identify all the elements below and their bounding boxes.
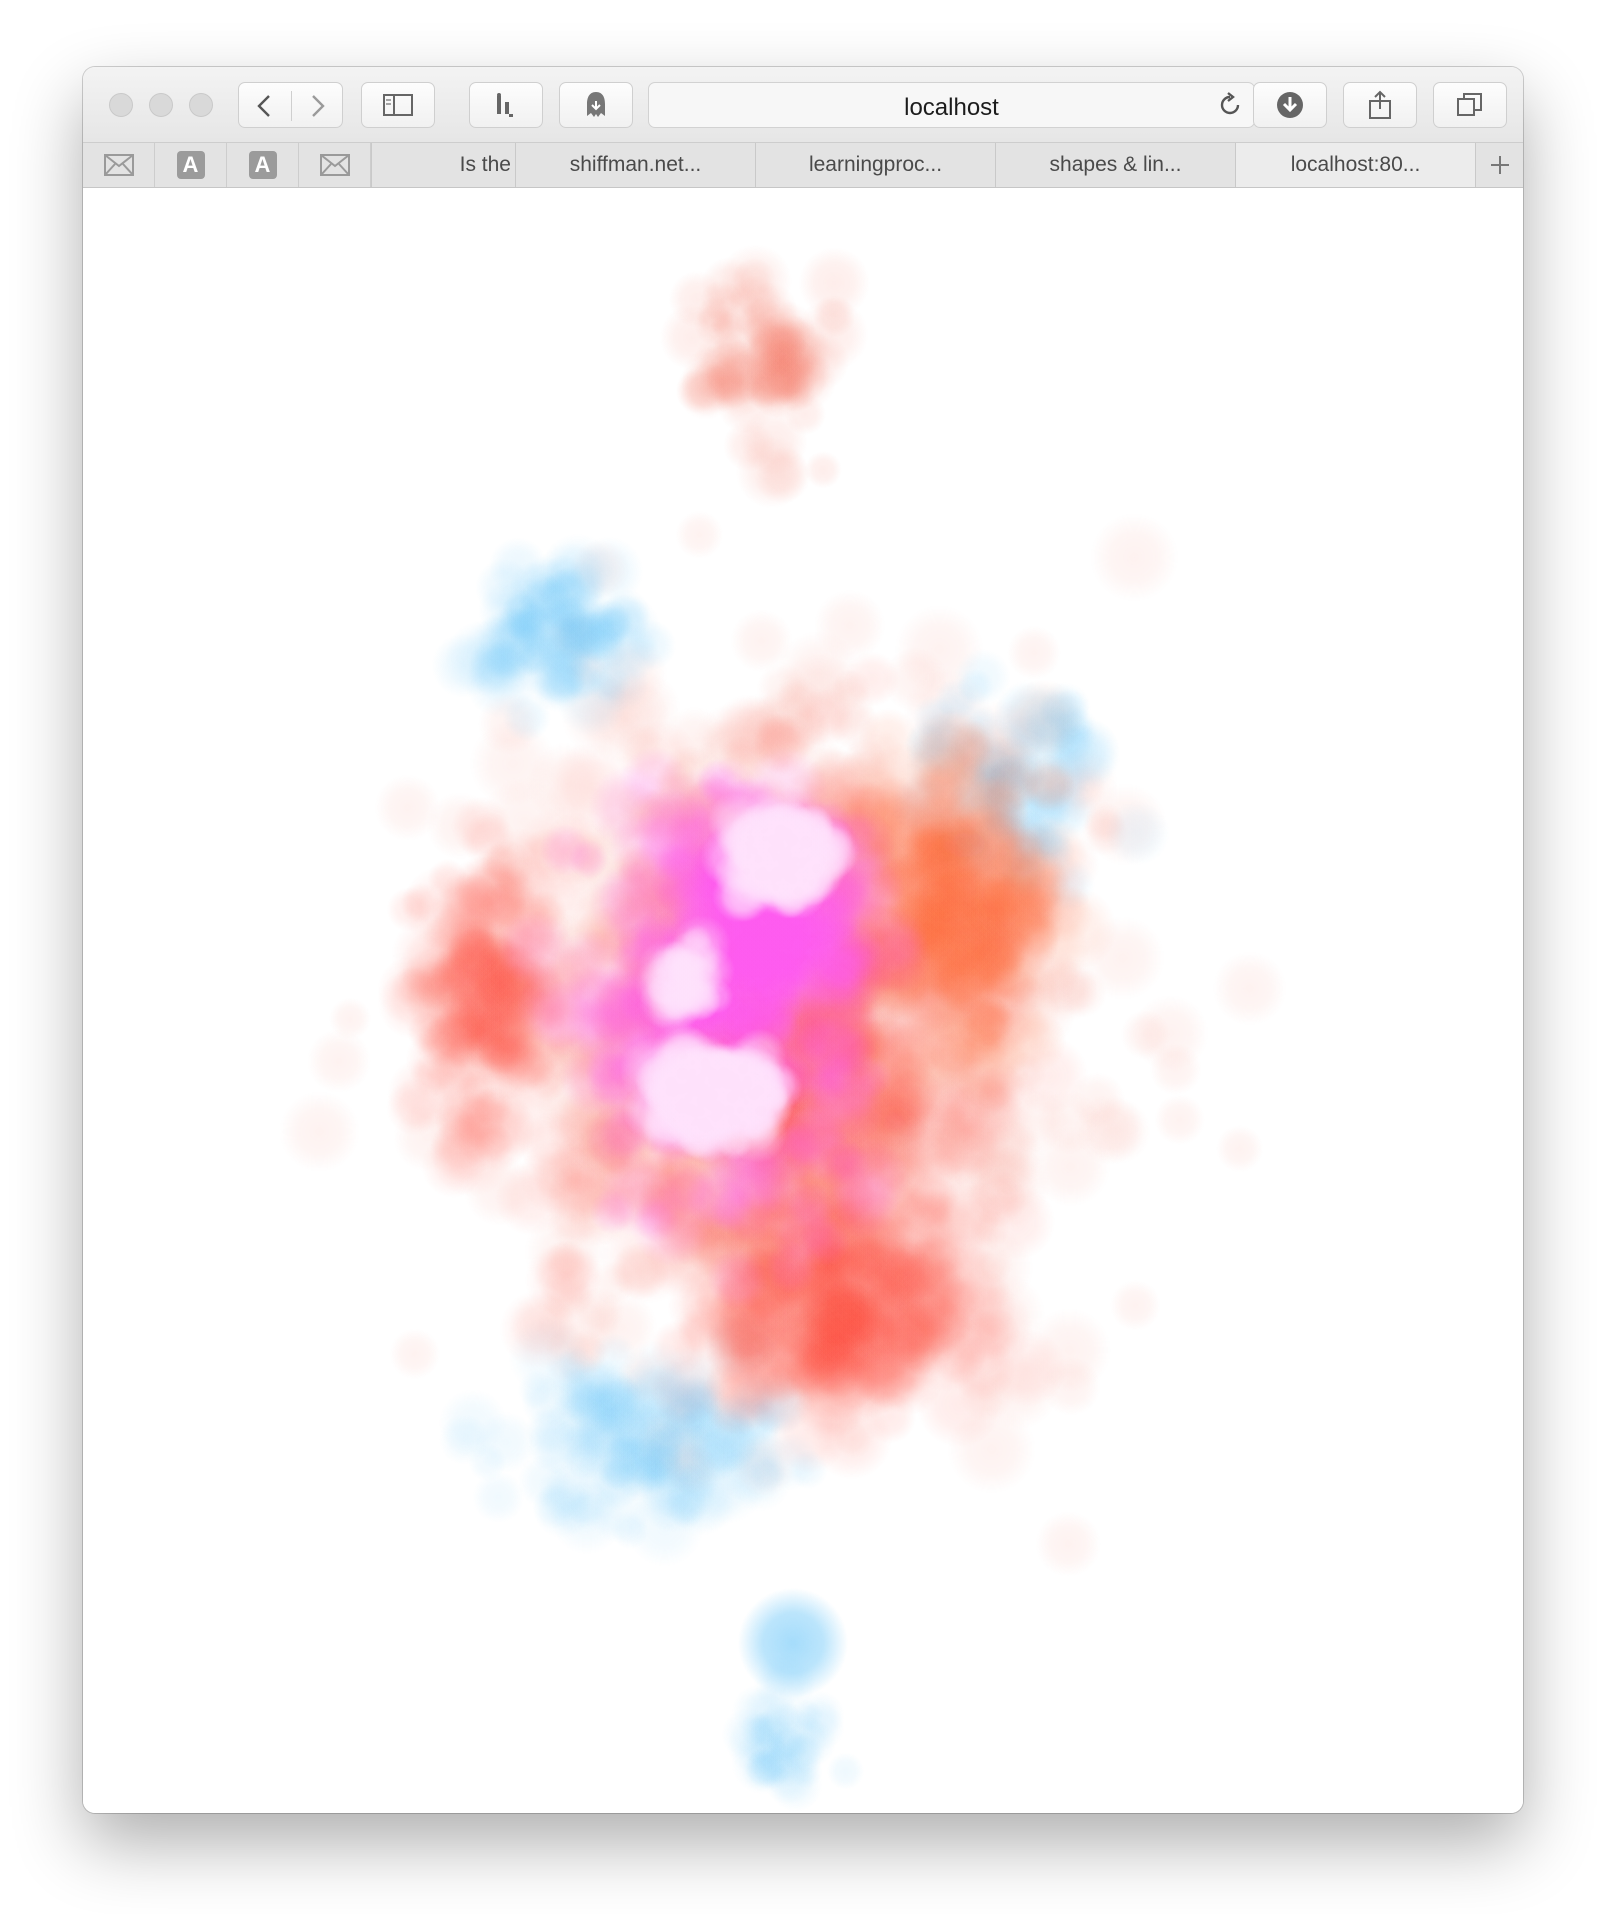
tab-label: shiffman.net... (569, 153, 702, 176)
extension-button[interactable] (469, 82, 543, 128)
sidebar-icon (383, 94, 413, 116)
ghost-icon (587, 92, 605, 117)
close-window-button[interactable] (109, 93, 133, 117)
tab-3[interactable]: learningproc... (755, 143, 995, 187)
share-icon (1369, 90, 1391, 119)
back-button[interactable] (251, 93, 279, 119)
chevron-right-icon (312, 95, 325, 117)
plus-icon (1490, 156, 1509, 174)
mail-icon (319, 154, 350, 176)
favorite-a-2[interactable]: A (227, 143, 299, 187)
tab-label: localhost:80... (1290, 153, 1421, 176)
tab-4[interactable]: shapes & lin... (995, 143, 1235, 187)
tab-label: shapes & lin... (1049, 153, 1182, 176)
chevron-left-icon (257, 95, 270, 117)
tab-overview-button[interactable] (1433, 82, 1507, 128)
downloads-button[interactable] (1253, 82, 1327, 128)
tab-2[interactable]: shiffman.net... (515, 143, 755, 187)
reload-icon (1220, 92, 1240, 115)
tab-label: learningproc... (808, 153, 943, 176)
address-bar[interactable]: localhost (648, 82, 1255, 128)
browser-toolbar: localhost (83, 67, 1523, 142)
forward-button[interactable] (303, 93, 331, 119)
ghostery-button[interactable] (559, 82, 633, 128)
share-button[interactable] (1343, 82, 1417, 128)
tab-1[interactable]: Is the (371, 143, 515, 187)
tab-label: Is the (459, 153, 511, 176)
browser-window: localhost A A Is the shiffman.net... lea… (83, 67, 1523, 1813)
address-text: localhost (904, 94, 999, 121)
sidebar-button[interactable] (361, 82, 435, 128)
mail-icon (103, 154, 134, 176)
new-tab-button[interactable] (1475, 143, 1523, 187)
page-content (83, 188, 1523, 1813)
download-icon (1277, 92, 1303, 118)
extension-bars-icon (497, 93, 513, 117)
particle-canvas[interactable] (83, 188, 1523, 1813)
reload-button[interactable] (1216, 91, 1244, 124)
back-forward-control (238, 82, 343, 128)
favorite-mail-2[interactable] (299, 143, 371, 187)
tabs-icon (1457, 93, 1482, 116)
a-icon: A (176, 151, 205, 179)
tab-bar: A A Is the shiffman.net... learningproc.… (83, 142, 1523, 188)
favorite-mail-1[interactable] (83, 143, 155, 187)
favorite-a-1[interactable]: A (155, 143, 227, 187)
tab-5-active[interactable]: localhost:80... (1235, 143, 1475, 187)
zoom-window-button[interactable] (189, 93, 213, 117)
a-icon: A (248, 151, 277, 179)
minimize-window-button[interactable] (149, 93, 173, 117)
